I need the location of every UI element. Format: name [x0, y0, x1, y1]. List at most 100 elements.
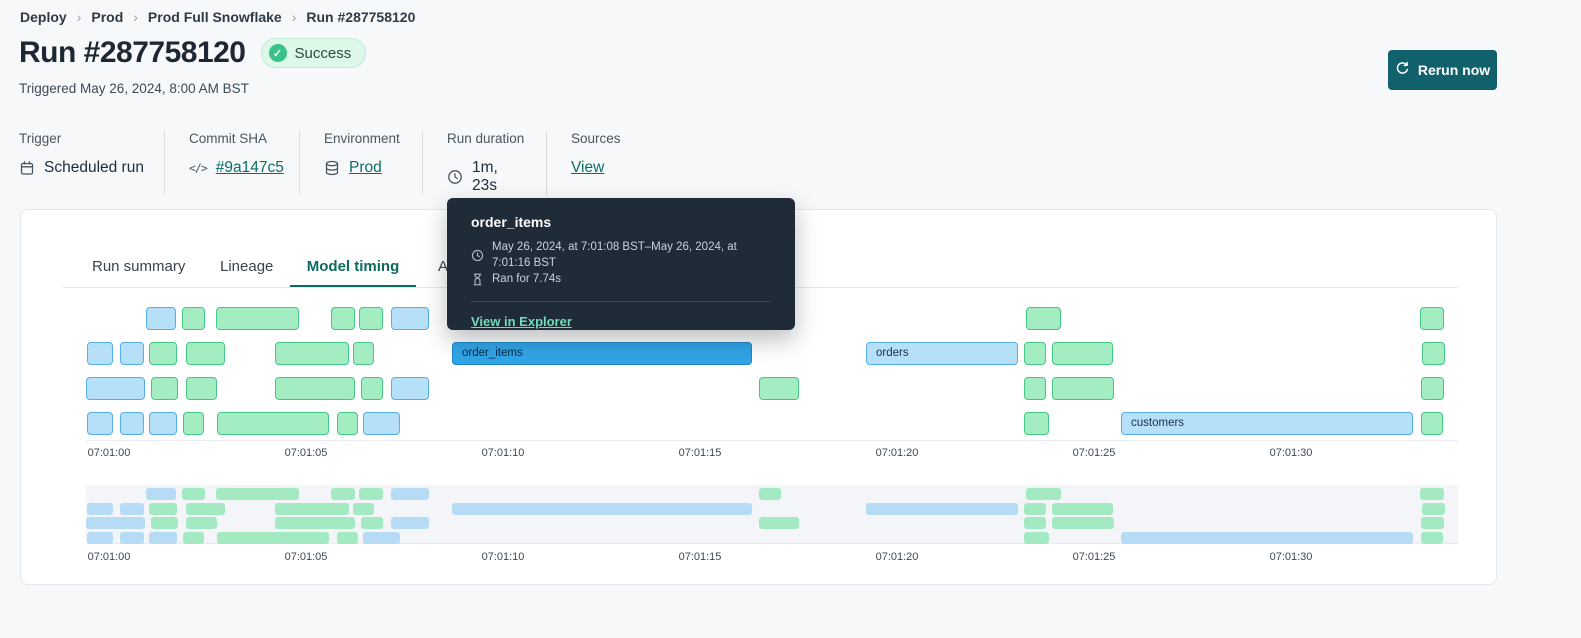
time-tick-070120: 07:01:20 — [875, 447, 919, 459]
gantt-bar[interactable] — [183, 412, 204, 435]
gantt-bar-order_items[interactable]: order_items — [452, 342, 752, 365]
gantt-bar[interactable] — [146, 307, 176, 330]
hourglass-icon — [471, 273, 484, 286]
tooltip-time-range: May 26, 2024, at 7:01:08 BST–May 26, 202… — [492, 241, 737, 269]
gantt-bar[interactable] — [275, 377, 355, 400]
gantt-bar[interactable] — [186, 342, 225, 365]
meta-value-environment: Prod — [324, 159, 402, 177]
rerun-now-button[interactable]: Rerun now — [1388, 50, 1497, 90]
gantt-bar[interactable] — [331, 307, 355, 330]
gantt-bar[interactable] — [1024, 377, 1046, 400]
gantt-bar[interactable] — [1421, 412, 1443, 435]
gantt-bar[interactable] — [1422, 342, 1445, 365]
meta-value-run-duration: 1m, 23s — [447, 159, 526, 195]
time-tick-070120: 07:01:20 — [875, 551, 919, 563]
gantt-bar[interactable] — [217, 412, 329, 435]
gantt-bar[interactable] — [1024, 412, 1049, 435]
mini-bar-order_items — [452, 503, 752, 515]
gantt-bar[interactable] — [216, 307, 299, 330]
meta-value-trigger: Scheduled run — [19, 159, 144, 177]
mini-bar — [1052, 517, 1114, 529]
gantt-bar[interactable] — [391, 307, 429, 330]
success-check-icon: ✓ — [268, 44, 287, 62]
gantt-bar[interactable] — [353, 342, 374, 365]
meta-value-text-run-duration: 1m, 23s — [472, 159, 498, 194]
gantt-bar[interactable] — [1026, 307, 1061, 330]
gantt-bar[interactable] — [151, 377, 178, 400]
mini-bar — [331, 488, 355, 500]
mini-bar — [353, 503, 374, 515]
meta-value-commit-sha: </> #9a147c5 — [189, 159, 284, 177]
gantt-bar-customers[interactable]: customers — [1121, 412, 1413, 435]
mini-bar — [1420, 488, 1444, 500]
time-tick-070130: 07:01:30 — [1269, 551, 1313, 563]
gantt-bar[interactable] — [87, 342, 113, 365]
breadcrumb-item-deploy[interactable]: Deploy — [20, 9, 67, 25]
gantt-bar[interactable] — [149, 412, 177, 435]
gantt-bar[interactable] — [363, 412, 400, 435]
mini-bar — [183, 532, 204, 544]
tooltip-time-range-row: May 26, 2024, at 7:01:08 BST–May 26, 202… — [471, 239, 771, 271]
gantt-bar[interactable] — [1052, 342, 1113, 365]
time-tick-070115: 07:01:15 — [678, 551, 722, 563]
gantt-bar-orders[interactable]: orders — [866, 342, 1018, 365]
mini-bar — [182, 488, 205, 500]
mini-bar — [149, 503, 177, 515]
gantt-bar[interactable] — [361, 377, 383, 400]
gantt-bar[interactable] — [149, 342, 177, 365]
meta-label-commit-sha: Commit SHA — [189, 131, 268, 146]
mini-bar — [120, 532, 144, 544]
view-in-explorer-link[interactable]: View in Explorer — [471, 314, 572, 329]
gantt-bar[interactable] — [1052, 377, 1114, 400]
run-detail-page: { "breadcrumb": { "separator": "›", "ite… — [0, 0, 1581, 638]
time-tick-070125: 07:01:25 — [1072, 551, 1116, 563]
mini-bar-orders — [866, 503, 1018, 515]
mini-bar — [1421, 532, 1443, 544]
gantt-bar[interactable] — [1420, 307, 1444, 330]
tooltip-duration-row: Ran for 7.74s — [471, 271, 771, 287]
gantt-bar[interactable] — [120, 342, 144, 365]
mini-bar — [759, 488, 781, 500]
time-tick-070100: 07:01:00 — [87, 551, 131, 563]
meta-value-sources: View — [571, 159, 621, 177]
breadcrumb-separator: › — [76, 9, 82, 25]
gantt-bar[interactable] — [182, 307, 205, 330]
breadcrumb-item-prod-full-snowflake[interactable]: Prod Full Snowflake — [148, 9, 282, 25]
meta-col-commit-sha: Commit SHA </> #9a147c5 — [164, 131, 299, 195]
gantt-bar[interactable] — [120, 412, 144, 435]
gantt-bar[interactable] — [1421, 377, 1444, 400]
gantt-bar[interactable] — [186, 377, 217, 400]
meta-col-sources: Sources View — [546, 131, 641, 195]
mini-bar — [759, 517, 799, 529]
breadcrumb-item-prod[interactable]: Prod — [91, 9, 123, 25]
gantt-bar[interactable] — [275, 342, 349, 365]
mini-bar — [1024, 532, 1049, 544]
gantt-bar[interactable] — [1024, 342, 1046, 365]
tab-lineage[interactable]: Lineage — [220, 258, 273, 287]
gantt-bar[interactable] — [337, 412, 358, 435]
time-tick-070105: 07:01:05 — [284, 551, 328, 563]
tab-run-summary[interactable]: Run summary — [92, 258, 185, 287]
tooltip-model-name: order_items — [471, 214, 552, 230]
code-icon: </> — [189, 161, 208, 175]
meta-value-text-environment[interactable]: Prod — [349, 159, 382, 177]
mini-bar — [120, 503, 144, 515]
database-icon — [324, 160, 340, 176]
mini-bar — [1026, 488, 1061, 500]
gantt-bar-label: orders — [876, 347, 909, 359]
mini-bar — [217, 532, 329, 544]
breadcrumb-item-run-287758120[interactable]: Run #287758120 — [306, 9, 415, 25]
mini-bar — [86, 517, 145, 529]
meta-value-text-sources[interactable]: View — [571, 159, 604, 177]
gantt-bar[interactable] — [359, 307, 383, 330]
gantt-bar[interactable] — [87, 412, 113, 435]
tab-model-timing[interactable]: Model timing — [290, 258, 416, 287]
gantt-bar[interactable] — [759, 377, 799, 400]
mini-bar — [216, 488, 299, 500]
model-tooltip: order_items May 26, 2024, at 7:01:08 BST… — [447, 198, 795, 330]
mini-bar — [359, 488, 383, 500]
gantt-bar[interactable] — [86, 377, 145, 400]
meta-value-text-commit-sha[interactable]: #9a147c5 — [216, 159, 284, 177]
gantt-bar[interactable] — [391, 377, 429, 400]
mini-bar — [1052, 503, 1113, 515]
